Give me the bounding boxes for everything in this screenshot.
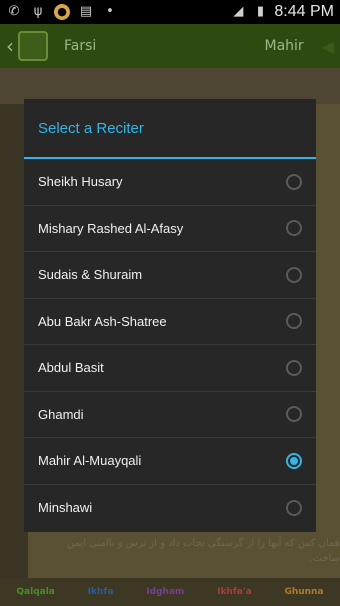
- reciter-option[interactable]: Abdul Basit: [24, 345, 316, 392]
- play-icon: ◀: [321, 36, 334, 56]
- status-bar: ✆ ψ ● ▤ • ◢ ▮ 8:44 PM: [0, 0, 340, 24]
- reciter-option[interactable]: Mahir Al-Muayqali: [24, 438, 316, 485]
- translation-text: همان کس که آنها را از گرسنگی نجات داد و …: [67, 538, 340, 564]
- status-left-icons: ✆ ψ ● ▤ •: [6, 4, 118, 20]
- tajweed-legend-item: Qalqala: [16, 587, 55, 597]
- tajweed-legend-item: Ikhfa: [87, 587, 114, 597]
- reciter-option-label: Mahir Al-Muayqali: [38, 453, 142, 469]
- reciter-option[interactable]: Minshawi: [24, 485, 316, 532]
- sdcard-icon: ▤: [79, 4, 93, 19]
- reciter-option-label: Minshawi: [38, 500, 93, 516]
- reciter-option[interactable]: Sheikh Husary: [24, 159, 316, 206]
- radio-button[interactable]: [286, 220, 302, 237]
- reciter-option-label: Sudais & Shuraim: [38, 267, 143, 283]
- notification-icon: ●: [54, 4, 70, 20]
- reciter-option-label: Sheikh Husary: [38, 174, 123, 190]
- tajweed-legend-item: Ghunna: [284, 587, 324, 597]
- reciter-option[interactable]: Sudais & Shuraim: [24, 252, 316, 299]
- reciter-option[interactable]: Ghamdi: [24, 392, 316, 438]
- tajweed-legend-item: Idgham: [146, 587, 185, 597]
- clock: 8:44 PM: [274, 3, 334, 20]
- reciter-option-label: Mishary Rashed Al-Afasy: [38, 220, 184, 236]
- dialog-title: Select a Reciter: [38, 119, 144, 137]
- reciter-option-label: Abu Bakr Ash-Shatree: [38, 313, 167, 329]
- reciter-option[interactable]: Mishary Rashed Al-Afasy: [24, 206, 316, 252]
- tajweed-legend-item: Ikhfa'a: [217, 587, 252, 597]
- reciter-list: Sheikh Husary Mishary Rashed Al-Afasy Suda…: [24, 159, 316, 531]
- status-right: ◢ ▮ 8:44 PM: [230, 3, 334, 21]
- signal-icon: ◢: [233, 4, 244, 19]
- whatsapp-icon: ✆: [8, 4, 20, 19]
- language-selector: Farsi: [64, 38, 97, 54]
- dot-icon: •: [106, 4, 114, 19]
- radio-button[interactable]: [286, 452, 302, 469]
- reciter-option-label: Abdul Basit: [38, 360, 104, 376]
- reciter-selector: Mahir: [264, 38, 304, 54]
- select-reciter-dialog: Select a Reciter Sheikh Husary Mishary Ra…: [24, 99, 316, 532]
- radio-button[interactable]: [286, 406, 302, 423]
- radio-button[interactable]: [286, 313, 302, 330]
- app-logo: [18, 31, 48, 61]
- reciter-option-label: Ghamdi: [38, 406, 84, 422]
- app-bar: ‹ Farsi Mahir ◀: [0, 24, 340, 68]
- tajweed-legend: Qalqala Ikhfa Idgham Ikhfa'a Ghunna: [0, 578, 340, 606]
- radio-button[interactable]: [286, 266, 302, 283]
- usb-icon: ψ: [33, 4, 43, 19]
- radio-button[interactable]: [286, 173, 302, 190]
- reciter-option[interactable]: Abu Bakr Ash-Shatree: [24, 299, 316, 345]
- back-icon: ‹: [6, 34, 14, 58]
- radio-button[interactable]: [286, 499, 302, 516]
- battery-icon: ▮: [256, 4, 264, 19]
- radio-button[interactable]: [286, 359, 302, 376]
